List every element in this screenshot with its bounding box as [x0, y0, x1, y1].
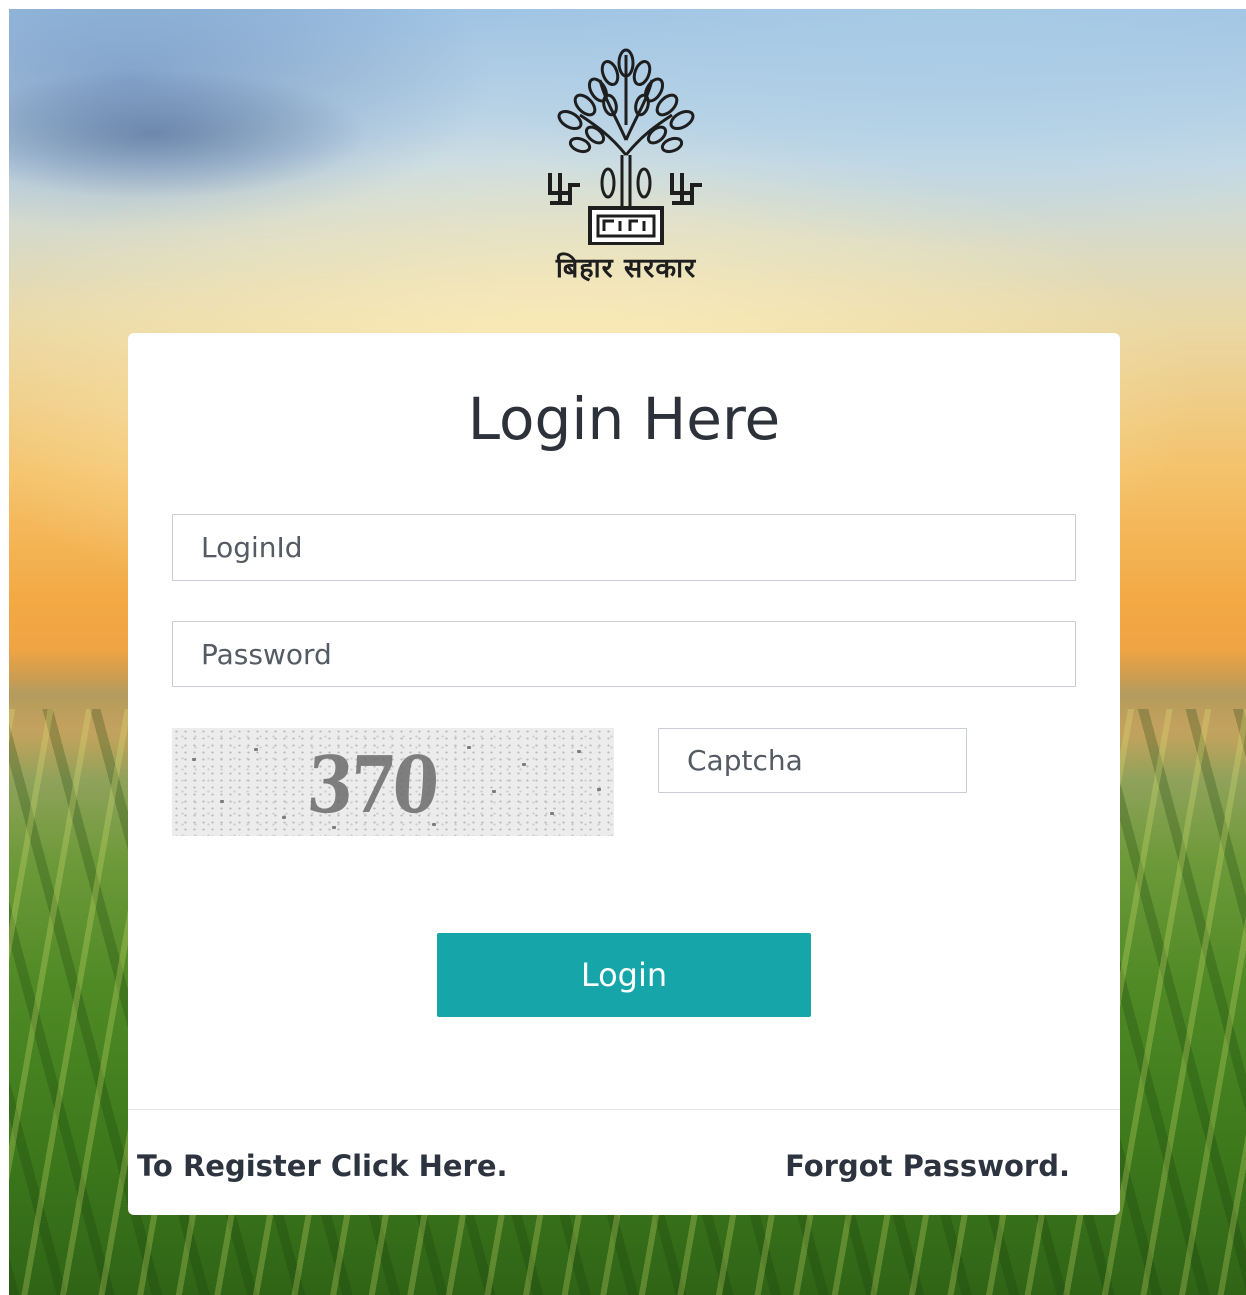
captcha-input[interactable] [658, 728, 967, 793]
background-cloud [9, 69, 369, 199]
captcha-noise [550, 812, 554, 815]
captcha-noise [432, 823, 436, 826]
login-card: Login Here 370 Login To Register Click H… [128, 333, 1120, 1215]
captcha-noise [467, 746, 471, 749]
captcha-noise [597, 788, 601, 791]
captcha-noise [492, 790, 496, 793]
login-id-input[interactable] [172, 514, 1076, 581]
tree-emblem-icon [548, 48, 702, 245]
forgot-password-link[interactable]: Forgot Password. [785, 1149, 1070, 1183]
page-title: Login Here [467, 385, 781, 453]
password-input[interactable] [172, 621, 1076, 687]
logo-caption: बिहार सरकार [555, 253, 697, 284]
captcha-noise [282, 816, 286, 819]
captcha-code: 370 [304, 740, 439, 831]
card-divider [128, 1109, 1120, 1110]
captcha-noise [332, 826, 336, 829]
captcha-noise [254, 748, 258, 751]
captcha-noise [522, 763, 526, 766]
captcha-image: 370 [172, 728, 614, 836]
captcha-noise [192, 758, 196, 761]
captcha-noise [577, 750, 581, 753]
captcha-noise [220, 800, 224, 803]
login-button[interactable]: Login [437, 933, 811, 1017]
register-link[interactable]: To Register Click Here. [137, 1149, 508, 1183]
